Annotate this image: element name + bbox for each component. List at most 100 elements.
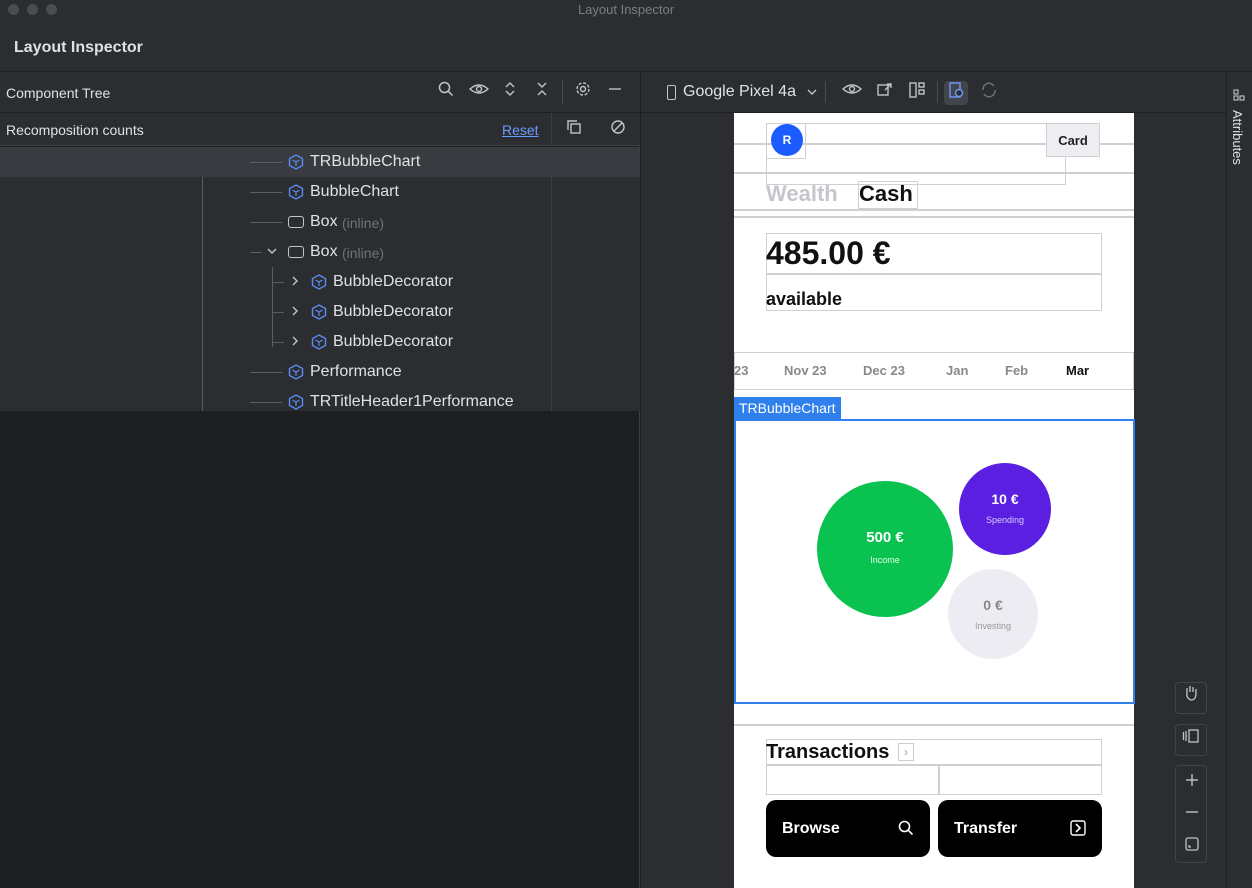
tree-connector	[250, 252, 262, 253]
tab-cash[interactable]: Cash	[859, 181, 913, 207]
layout-bound	[938, 765, 940, 795]
layers-3d-icon[interactable]	[1175, 724, 1207, 756]
live-updates-icon[interactable]	[944, 81, 968, 105]
attributes-icon[interactable]	[1233, 89, 1245, 104]
month-chip[interactable]: Nov 23	[784, 363, 827, 378]
selection-highlight	[734, 419, 1135, 704]
expand-all-icon[interactable]	[499, 81, 521, 103]
inline-tag: (inline)	[342, 215, 385, 231]
browse-label: Browse	[782, 820, 840, 837]
tree-row-label: BubbleDecorator	[333, 303, 454, 320]
chevron-right-icon[interactable]	[289, 332, 301, 353]
tree-row-performance[interactable]: Performance	[0, 357, 640, 387]
tab-wealth[interactable]: Wealth	[766, 181, 838, 207]
copy-icon[interactable]	[563, 119, 585, 141]
chevron-down-icon[interactable]	[266, 242, 278, 263]
month-chip-selected[interactable]: Mar	[1066, 363, 1089, 378]
device-selector[interactable]: Google Pixel 4a	[683, 83, 796, 101]
phone-icon	[667, 85, 676, 100]
zoom-in-icon[interactable]	[1176, 766, 1208, 798]
app-title: Layout Inspector	[14, 39, 143, 56]
tree-row-bubblechart[interactable]: BubbleChart	[0, 177, 640, 207]
component-tree-panel: Component Tree Recomposition counts Rese…	[0, 72, 640, 888]
refresh-icon[interactable]	[977, 81, 1001, 105]
column-divider	[551, 113, 552, 146]
arrow-right-icon	[1070, 820, 1086, 839]
inline-tag: (inline)	[342, 245, 385, 261]
layout-bound	[734, 216, 1134, 218]
visibility-eye-icon[interactable]	[468, 81, 490, 103]
selection-tag: TRBubbleChart	[734, 397, 841, 420]
tree-connector	[250, 222, 282, 223]
tree-connector	[250, 162, 282, 163]
tree-row-label: TRTitleHeader1Performance	[310, 393, 514, 410]
zoom-out-icon[interactable]	[1176, 798, 1208, 830]
avatar[interactable]: R	[771, 124, 803, 156]
pan-hand-icon[interactable]	[1175, 682, 1207, 714]
month-chip[interactable]: Feb	[1005, 363, 1028, 378]
tree-row-bubbledecorator[interactable]: BubbleDecorator	[0, 327, 640, 357]
layout-tree-icon[interactable]	[905, 81, 929, 105]
balance-amount: 485.00 €	[766, 235, 891, 271]
tree-connector	[272, 282, 284, 283]
reset-link[interactable]: Reset	[502, 122, 539, 138]
collapse-all-icon[interactable]	[531, 81, 553, 103]
tree-row-trtitleheader[interactable]: TRTitleHeader1Performance	[0, 387, 640, 411]
recomposition-bar: Recomposition counts Reset	[0, 113, 640, 146]
disable-counts-icon[interactable]	[607, 119, 629, 141]
chevron-right-icon[interactable]	[289, 272, 301, 293]
tree-row-bubbledecorator[interactable]: BubbleDecorator	[0, 267, 640, 297]
box-layout-icon	[288, 216, 304, 228]
search-icon[interactable]	[435, 81, 457, 103]
tree-row-box[interactable]: Box (inline)	[0, 207, 640, 237]
chevron-right-icon[interactable]	[289, 302, 301, 323]
compose-component-icon	[288, 184, 304, 200]
layout-bound	[766, 123, 1066, 185]
gear-icon[interactable]	[572, 81, 594, 103]
search-icon	[898, 820, 914, 839]
chevron-down-icon[interactable]	[806, 83, 818, 104]
attributes-tab[interactable]: Attributes	[1230, 110, 1245, 165]
card-button[interactable]: Card	[1046, 123, 1100, 157]
tree-row-label: BubbleDecorator	[333, 333, 454, 350]
component-tree-header: Component Tree	[0, 72, 640, 113]
available-label: available	[766, 289, 843, 309]
month-chip[interactable]: Jan	[946, 363, 968, 378]
component-tree: TRBubbleChart BubbleChart Box (inline) B…	[0, 147, 640, 411]
tree-row-label: Box	[310, 213, 338, 230]
month-chip[interactable]: Dec 23	[863, 363, 905, 378]
month-chip[interactable]: 23	[734, 363, 748, 378]
compose-component-icon	[311, 274, 327, 290]
attributes-strip: Attributes	[1226, 72, 1252, 888]
tree-connector	[272, 342, 284, 343]
zoom-controls	[1175, 765, 1207, 863]
tree-row-label: Performance	[310, 363, 402, 380]
tree-connector	[250, 402, 282, 403]
tree-row-bubbledecorator[interactable]: BubbleDecorator	[0, 297, 640, 327]
tree-row-label: TRBubbleChart	[310, 153, 421, 170]
browse-button[interactable]: Browse	[766, 800, 930, 857]
chevron-right-icon[interactable]: ›	[898, 743, 914, 761]
layout-bound	[766, 765, 1102, 795]
visibility-eye-icon[interactable]	[840, 81, 864, 105]
transfer-button[interactable]: Transfer	[938, 800, 1102, 857]
tree-connector	[250, 192, 282, 193]
minimize-panel-icon[interactable]	[604, 81, 626, 103]
tree-row-label: BubbleDecorator	[333, 273, 454, 290]
tree-row-trbubblechart[interactable]: TRBubbleChart	[0, 147, 640, 177]
box-layout-icon	[288, 246, 304, 258]
layout-bound	[734, 209, 1134, 211]
tree-row-box-expanded[interactable]: Box (inline)	[0, 237, 640, 267]
fit-screen-icon[interactable]	[1176, 830, 1208, 862]
layout-bound	[734, 724, 1134, 726]
transactions-title: Transactions	[766, 741, 890, 763]
window-titlebar: Layout Inspector	[0, 0, 1252, 20]
tree-connector	[250, 372, 282, 373]
toolbar-separator	[937, 81, 938, 103]
transfer-label: Transfer	[954, 820, 1018, 837]
export-snapshot-icon[interactable]	[873, 81, 897, 105]
recomposition-counts-label: Recomposition counts	[6, 122, 144, 138]
compose-component-icon	[288, 154, 304, 170]
device-toolbar: Google Pixel 4a	[641, 72, 1226, 113]
toolbar-separator	[562, 81, 563, 103]
